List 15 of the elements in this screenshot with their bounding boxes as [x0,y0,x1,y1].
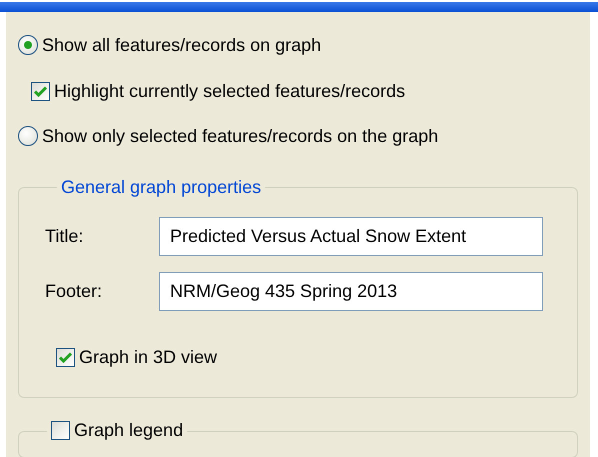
option-label: Highlight currently selected features/records [54,80,406,103]
option-label: Show only selected features/records on the graph [42,125,438,148]
radio-button[interactable] [18,35,38,55]
option-label: Graph in 3D view [79,346,218,369]
checkbox[interactable] [56,348,75,366]
field-label: Title: [45,225,84,248]
group-title: General graph properties [61,177,262,197]
option-label: Graph legend [74,419,184,442]
checkbox[interactable] [31,82,50,100]
text-field[interactable]: NRM/Geog 435 Spring 2013 [159,272,543,311]
radio-button[interactable] [18,126,38,146]
field-label: Footer: [45,280,104,303]
checkbox[interactable] [51,420,70,440]
option-label: Show all features/records on graph [42,34,322,57]
text-field[interactable]: Predicted Versus Actual Snow Extent [159,217,543,256]
